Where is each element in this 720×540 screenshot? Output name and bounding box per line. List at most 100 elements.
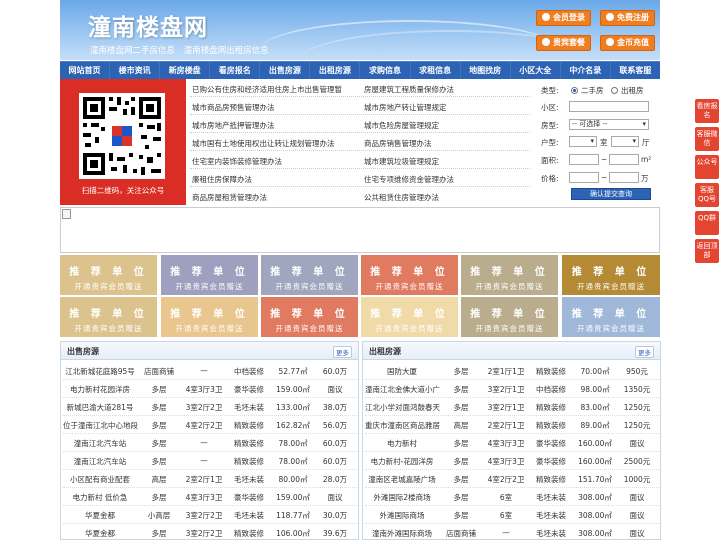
nav-agents[interactable]: 中介名录	[561, 62, 611, 79]
nav-customer-service[interactable]: 联系客服	[611, 62, 660, 79]
side-official-account[interactable]: 公众号	[695, 155, 719, 179]
side-wechat-service[interactable]: 客服微信	[695, 127, 719, 151]
listing-row[interactable]: 电力新村-花园洋房 多层 4室3厅3卫 豪华装修 160.00㎡ 2500元	[365, 452, 659, 470]
listing-title[interactable]: 小区配有商业配套	[63, 474, 137, 485]
side-back-to-top[interactable]: 返回顶部	[695, 239, 719, 263]
listing-title[interactable]: 新城巴渝大道281号	[63, 402, 137, 413]
policy-link[interactable]: 住宅室内装饰装修管理办法	[192, 156, 282, 167]
price-min-input[interactable]	[569, 172, 599, 183]
listing-title[interactable]: 华夏金都	[63, 510, 137, 521]
listing-row[interactable]: 重庆市潼南区商品雅居 高层 2室2厅1卫 精致装修 89.00㎡ 1250元	[365, 416, 659, 434]
recharge-button[interactable]: 金币充值	[600, 35, 655, 51]
promo-slot[interactable]: 推 荐 单 位开通贵宾会员赠送	[461, 297, 558, 337]
policy-link[interactable]: 房屋建筑工程质量保修办法	[364, 84, 454, 95]
nav-map-search[interactable]: 地图找房	[461, 62, 511, 79]
promo-slot[interactable]: 推 荐 单 位开通贵宾会员赠送	[562, 255, 660, 295]
policy-link[interactable]: 城市房地产转让管理规定	[364, 102, 447, 113]
listing-row[interactable]: 华夏金都 小高层 3室2厅2卫 毛坯未装 118.77㎡ 30.0万	[63, 506, 357, 524]
policy-link[interactable]: 城市建筑垃圾管理规定	[364, 156, 439, 167]
more-link[interactable]: 更多	[333, 346, 352, 358]
listing-title[interactable]: 电力新村 低价急	[63, 492, 137, 503]
listing-title[interactable]: 潼南区老城嘉陵广场	[365, 474, 439, 485]
listing-row[interactable]: 江北小学对面鸿鼓春天 多层 3室2厅1卫 精致装修 83.00㎡ 1250元	[365, 398, 659, 416]
register-button[interactable]: 免费注册	[600, 10, 655, 26]
listing-row[interactable]: 国防大厦 多层 2室1厅1卫 精致装修 70.00㎡ 950元	[365, 362, 659, 380]
rental-info-link[interactable]: 潼南楼盘网出租房信息	[184, 46, 269, 56]
nav-wanted-rent[interactable]: 求租信息	[411, 62, 461, 79]
promo-slot[interactable]: 推 荐 单 位开通贵宾会员赠送	[60, 297, 157, 337]
nav-wanted-buy[interactable]: 求购信息	[360, 62, 411, 79]
policy-link[interactable]: 已购公有住房和经济适用住房上市出售管理暂	[192, 84, 342, 95]
listing-title[interactable]: 电力新村花园洋房	[63, 384, 137, 395]
room-select[interactable]: ▾	[569, 136, 597, 147]
nav-viewing-signup[interactable]: 看房报名	[210, 62, 261, 79]
policy-link[interactable]: 住宅专项维修资金管理办法	[364, 174, 454, 185]
area-max-input[interactable]	[609, 154, 639, 165]
nav-home[interactable]: 网站首页	[60, 62, 111, 79]
listing-row[interactable]: 位于潼南江北中心地段 多层 4室2厅2卫 精致装修 162.82㎡ 56.0万	[63, 416, 357, 434]
nav-news[interactable]: 楼市资讯	[110, 62, 161, 79]
side-qq-service[interactable]: 客服QQ号	[695, 183, 719, 207]
listing-title[interactable]: 潼南江北汽车站	[63, 438, 137, 449]
side-viewing-signup[interactable]: 看房报名	[695, 99, 719, 123]
listing-title[interactable]: 电力新村	[365, 438, 439, 449]
promo-slot[interactable]: 推 荐 单 位开通贵宾会员赠送	[161, 255, 258, 295]
house-type-select[interactable]: -- 可选择 -- ▾	[569, 119, 649, 130]
price-max-input[interactable]	[609, 172, 639, 183]
policy-link[interactable]: 商品房销售管理办法	[364, 138, 432, 149]
community-input[interactable]	[569, 101, 649, 112]
search-submit-button[interactable]: 确认提交查询	[571, 188, 651, 200]
policy-link[interactable]: 廉租住房保障办法	[192, 174, 252, 185]
side-qq-group[interactable]: QQ群	[695, 211, 719, 235]
listing-title[interactable]: 位于潼南江北中心地段	[63, 420, 138, 431]
login-button[interactable]: 会员登录	[536, 10, 591, 26]
promo-slot[interactable]: 推 荐 单 位开通贵宾会员赠送	[60, 255, 157, 295]
type-radio-rental[interactable]	[611, 87, 618, 94]
promo-slot[interactable]: 推 荐 单 位开通贵宾会员赠送	[161, 297, 258, 337]
type-radio-secondhand[interactable]	[571, 87, 578, 94]
listing-title[interactable]: 潼南江北金佛大道小广	[365, 384, 440, 395]
policy-link[interactable]: 城市国有土地使用权出让转让规划管理办法	[192, 138, 335, 149]
listing-row[interactable]: 潼南江北汽车站 多层 — 精致装修 78.00㎡ 60.0万	[63, 452, 357, 470]
promo-slot[interactable]: 推 荐 单 位开通贵宾会员赠送	[562, 297, 660, 337]
listing-title[interactable]: 重庆市潼南区商品雅居	[365, 420, 440, 431]
policy-link[interactable]: 公共租赁住房管理办法	[364, 192, 439, 203]
nav-for-rent[interactable]: 出租房源	[310, 62, 361, 79]
hall-select[interactable]: ▾	[611, 136, 639, 147]
promo-slot[interactable]: 推 荐 单 位开通贵宾会员赠送	[261, 255, 358, 295]
promo-slot[interactable]: 推 荐 单 位开通贵宾会员赠送	[461, 255, 558, 295]
promo-slot[interactable]: 推 荐 单 位开通贵宾会员赠送	[361, 297, 458, 337]
policy-link[interactable]: 城市商品房预售管理办法	[192, 102, 275, 113]
promo-slot[interactable]: 推 荐 单 位开通贵宾会员赠送	[361, 255, 458, 295]
nav-new-homes[interactable]: 新房楼盘	[160, 62, 211, 79]
listing-row[interactable]: 潼南外滩国际商场 店面商铺 — 毛坯未装 308.00㎡ 面议	[365, 524, 659, 540]
listing-title[interactable]: 潼南江北汽车站	[63, 456, 137, 467]
more-link[interactable]: 更多	[635, 346, 654, 358]
listing-row[interactable]: 电力新村 多层 4室3厅3卫 豪华装修 160.00㎡ 面议	[365, 434, 659, 452]
listing-row[interactable]: 江北新城花庭路95号 店面商铺 — 中档装修 52.77㎡ 60.0万	[63, 362, 357, 380]
nav-communities[interactable]: 小区大全	[511, 62, 561, 79]
ad-banner[interactable]	[60, 207, 660, 253]
secondhand-info-link[interactable]: 潼南楼盘网二手房信息	[90, 46, 175, 56]
nav-for-sale[interactable]: 出售房源	[260, 62, 311, 79]
vip-package-button[interactable]: 贵宾套餐	[536, 35, 591, 51]
policy-link[interactable]: 商品房屋租赁管理办法	[192, 192, 267, 203]
site-logo-title[interactable]: 潼南楼盘网	[88, 8, 208, 42]
listing-title[interactable]: 潼南外滩国际商场	[365, 528, 439, 539]
listing-row[interactable]: 潼南江北汽车站 多层 — 精致装修 78.00㎡ 60.0万	[63, 434, 357, 452]
listing-row[interactable]: 电力新村 低价急 多层 4室3厅3卫 豪华装修 159.00㎡ 面议	[63, 488, 357, 506]
area-min-input[interactable]	[569, 154, 599, 165]
listing-title[interactable]: 江北新城花庭路95号	[63, 366, 137, 377]
listing-title[interactable]: 外滩国际商场	[365, 510, 439, 521]
listing-row[interactable]: 小区配有商业配套 高层 2室2厅1卫 毛坯未装 80.00㎡ 28.0万	[63, 470, 357, 488]
listing-row[interactable]: 华夏金都 多层 3室2厅2卫 精致装修 106.00㎡ 39.6万	[63, 524, 357, 540]
listing-title[interactable]: 华夏金都	[63, 528, 137, 539]
listing-row[interactable]: 外滩国际2楼商场 多层 6室 毛坯未装 308.00㎡ 面议	[365, 488, 659, 506]
listing-row[interactable]: 电力新村花园洋房 多层 4室3厅3卫 豪华装修 159.00㎡ 面议	[63, 380, 357, 398]
listing-row[interactable]: 外滩国际商场 多层 6室 毛坯未装 308.00㎡ 面议	[365, 506, 659, 524]
listing-row[interactable]: 潼南江北金佛大道小广 多层 3室2厅1卫 中档装修 98.00㎡ 1350元	[365, 380, 659, 398]
listing-title[interactable]: 电力新村-花园洋房	[365, 456, 439, 467]
promo-slot[interactable]: 推 荐 单 位开通贵宾会员赠送	[261, 297, 358, 337]
listing-row[interactable]: 新城巴渝大道281号 多层 3室2厅2卫 毛坯未装 133.00㎡ 38.0万	[63, 398, 357, 416]
listing-title[interactable]: 江北小学对面鸿鼓春天	[365, 402, 440, 413]
